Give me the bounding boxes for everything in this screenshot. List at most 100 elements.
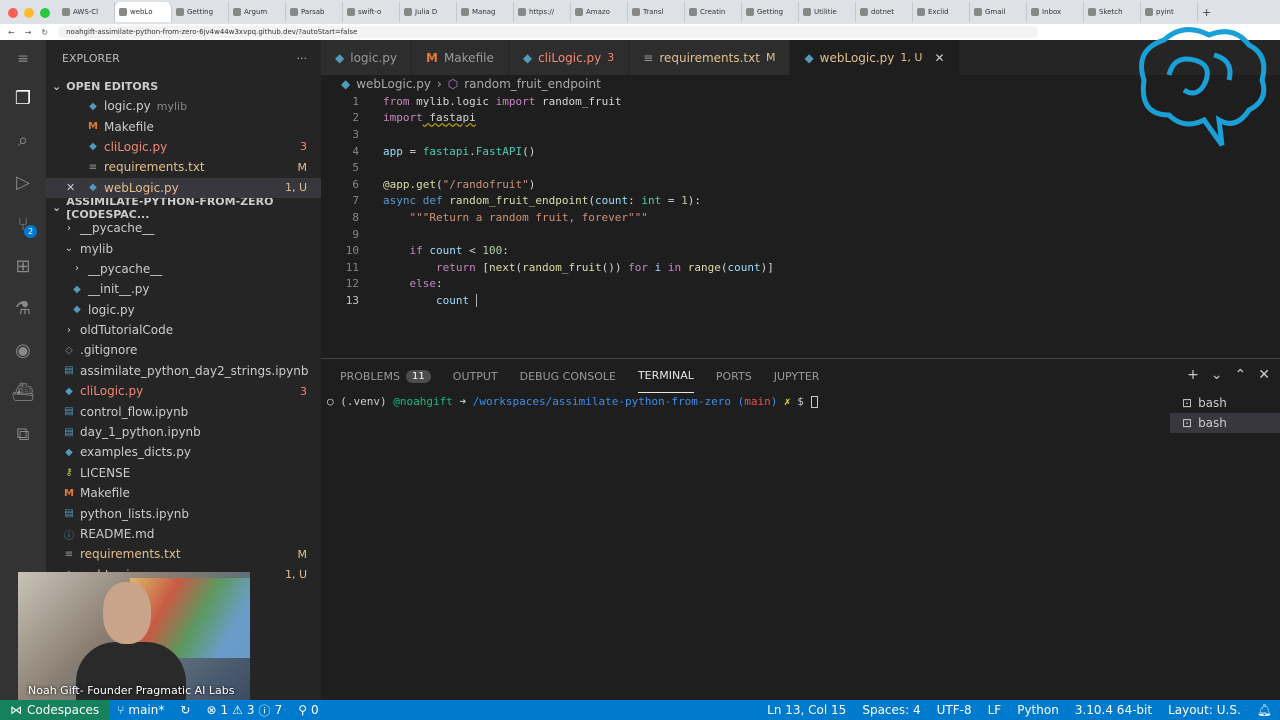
terminal-item[interactable]: ⊡ bash: [1170, 413, 1280, 433]
close-panel-icon[interactable]: ✕: [1258, 367, 1270, 383]
tree-item[interactable]: M Makefile: [46, 483, 321, 503]
tree-item[interactable]: ◆ cliLogic.py 3: [46, 381, 321, 401]
editor-tab[interactable]: ◆ logic.py: [321, 40, 412, 75]
tree-item[interactable]: ⚷ LICENSE: [46, 463, 321, 483]
tab-terminal[interactable]: TERMINAL: [637, 359, 694, 393]
open-editor-item[interactable]: ✕ ◆ webLogic.py 1, U: [46, 177, 321, 198]
browser-tab[interactable]: Gmail: [970, 2, 1027, 22]
terminal-list: ⊡ bash ⊡ bash: [1170, 393, 1280, 433]
tab-output[interactable]: OUTPUT: [453, 359, 498, 393]
open-editor-item[interactable]: ◆ logic.py mylib: [46, 96, 321, 116]
testing-icon[interactable]: ⚗: [9, 294, 37, 322]
tree-item[interactable]: ◆ logic.py: [46, 300, 321, 320]
end-of-line[interactable]: LF: [980, 703, 1010, 717]
bell-icon[interactable]: 🔔︎: [1249, 703, 1280, 717]
browser-tab[interactable]: webLo: [115, 2, 172, 22]
github-icon[interactable]: ◉: [9, 336, 37, 364]
open-editor-item[interactable]: M Makefile: [46, 116, 321, 136]
tree-item[interactable]: ◇ .gitignore: [46, 340, 321, 360]
url-field[interactable]: noahgift-assimilate-python-from-zero-6jv…: [58, 26, 1039, 38]
keyboard-layout[interactable]: Layout: U.S.: [1160, 703, 1249, 717]
run-debug-icon[interactable]: ▷: [9, 168, 37, 196]
browser-tab[interactable]: Parsab: [286, 2, 343, 22]
forward-icon[interactable]: →: [25, 28, 32, 37]
tree-item[interactable]: ▤ control_flow.ipynb: [46, 401, 321, 421]
branch-indicator[interactable]: ⑂ main*: [109, 703, 172, 717]
tab-problems[interactable]: PROBLEMS 11: [340, 359, 431, 393]
terminal-prompt[interactable]: ○ (.venv) @noahgift ➜ /workspaces/assimi…: [327, 395, 818, 408]
maximize-panel-icon[interactable]: ⌃: [1235, 367, 1247, 383]
problems-indicator[interactable]: ⊗ 1 ⚠ 3 ⓘ 7: [198, 702, 290, 719]
extensions-icon[interactable]: ⊞: [9, 252, 37, 280]
remote-indicator[interactable]: ⋈ Codespaces: [0, 700, 110, 720]
tree-item[interactable]: ⓘ README.md: [46, 524, 321, 544]
open-editor-item[interactable]: ◆ cliLogic.py 3: [46, 137, 321, 157]
browser-tab[interactable]: swift-o: [343, 2, 400, 22]
maximize-window-button[interactable]: [40, 8, 50, 18]
close-icon[interactable]: ✕: [934, 51, 944, 65]
editor-tab[interactable]: ◆ cliLogic.py 3: [508, 40, 630, 75]
language-mode[interactable]: Python: [1009, 703, 1067, 717]
minimize-window-button[interactable]: [24, 8, 34, 18]
browser-tab[interactable]: Transl: [628, 2, 685, 22]
new-terminal-icon[interactable]: +: [1187, 367, 1199, 383]
ports-indicator[interactable]: ⚲ 0: [290, 703, 326, 717]
new-tab-icon[interactable]: +: [1202, 6, 1211, 19]
breadcrumb-file[interactable]: webLogic.py: [356, 77, 431, 91]
terminal-item[interactable]: ⊡ bash: [1170, 393, 1280, 413]
editor-tab[interactable]: ◆ webLogic.py 1, U ✕: [790, 40, 960, 75]
favicon-icon: [461, 8, 469, 16]
remote-explorer-icon[interactable]: ⧉: [9, 420, 37, 448]
indentation[interactable]: Spaces: 4: [854, 703, 928, 717]
browser-tab[interactable]: Getting: [172, 2, 229, 22]
tree-item[interactable]: › __pycache__: [46, 259, 321, 279]
browser-tab[interactable]: Julia D: [400, 2, 457, 22]
menu-icon[interactable]: ≡: [9, 48, 37, 70]
tree-item[interactable]: › __pycache__: [46, 218, 321, 238]
cursor-position[interactable]: Ln 13, Col 15: [759, 703, 854, 717]
browser-tab[interactable]: Creatin: [685, 2, 742, 22]
editor-tab[interactable]: ≡ requirements.txt M: [629, 40, 791, 75]
back-icon[interactable]: ←: [8, 28, 15, 37]
project-header[interactable]: ⌄ ASSIMILATE-PYTHON-FROM-ZERO [CODESPAC..…: [46, 195, 321, 221]
search-icon[interactable]: ⌕: [9, 126, 37, 154]
browser-tab[interactable]: Sketch: [1084, 2, 1141, 22]
docker-icon[interactable]: ⛴: [9, 378, 37, 406]
tab-jupyter[interactable]: JUPYTER: [774, 359, 820, 393]
tree-item[interactable]: ◆ __init__.py: [46, 279, 321, 299]
tree-item[interactable]: ◆ examples_dicts.py: [46, 442, 321, 462]
tree-item[interactable]: ▤ assimilate_python_day2_strings.ipynb: [46, 361, 321, 381]
close-icon[interactable]: ✕: [66, 181, 86, 194]
browser-tab[interactable]: AWS-Cl: [58, 2, 115, 22]
browser-tab[interactable]: Getting: [742, 2, 799, 22]
browser-tab[interactable]: Inbox: [1027, 2, 1084, 22]
tab-debug-console[interactable]: DEBUG CONSOLE: [520, 359, 616, 393]
explorer-icon[interactable]: ❐: [9, 84, 37, 112]
browser-tab[interactable]: Amazo: [571, 2, 628, 22]
browser-tab[interactable]: https://: [514, 2, 571, 22]
reload-icon[interactable]: ↻: [41, 28, 48, 37]
tree-item[interactable]: ⌄ mylib: [46, 238, 321, 258]
encoding[interactable]: UTF-8: [929, 703, 980, 717]
more-actions-icon[interactable]: ···: [297, 52, 308, 65]
chevron-down-icon[interactable]: ⌄: [1211, 367, 1223, 383]
tree-item[interactable]: ▤ day_1_python.ipynb: [46, 422, 321, 442]
tree-item[interactable]: ≡ requirements.txt M: [46, 544, 321, 564]
sync-icon[interactable]: ↻: [172, 703, 198, 717]
browser-tab[interactable]: Manag: [457, 2, 514, 22]
open-editors-header[interactable]: ⌄ OPEN EDITORS: [46, 76, 321, 96]
browser-tab[interactable]: pyint: [1141, 2, 1198, 22]
python-interpreter[interactable]: 3.10.4 64-bit: [1067, 703, 1160, 717]
open-editor-item[interactable]: ≡ requirements.txt M: [46, 157, 321, 177]
breadcrumb-symbol[interactable]: random_fruit_endpoint: [464, 77, 601, 91]
tree-item[interactable]: › oldTutorialCode: [46, 320, 321, 340]
browser-tab[interactable]: Argum: [229, 2, 286, 22]
close-window-button[interactable]: [8, 8, 18, 18]
source-control-icon[interactable]: ⑂ 2: [9, 210, 37, 238]
tab-ports[interactable]: PORTS: [716, 359, 752, 393]
editor-tab[interactable]: M Makefile: [412, 40, 509, 75]
browser-tab[interactable]: Exclid: [913, 2, 970, 22]
browser-tab[interactable]: Utilitie: [799, 2, 856, 22]
tree-item[interactable]: ▤ python_lists.ipynb: [46, 503, 321, 523]
browser-tab[interactable]: dotnet: [856, 2, 913, 22]
